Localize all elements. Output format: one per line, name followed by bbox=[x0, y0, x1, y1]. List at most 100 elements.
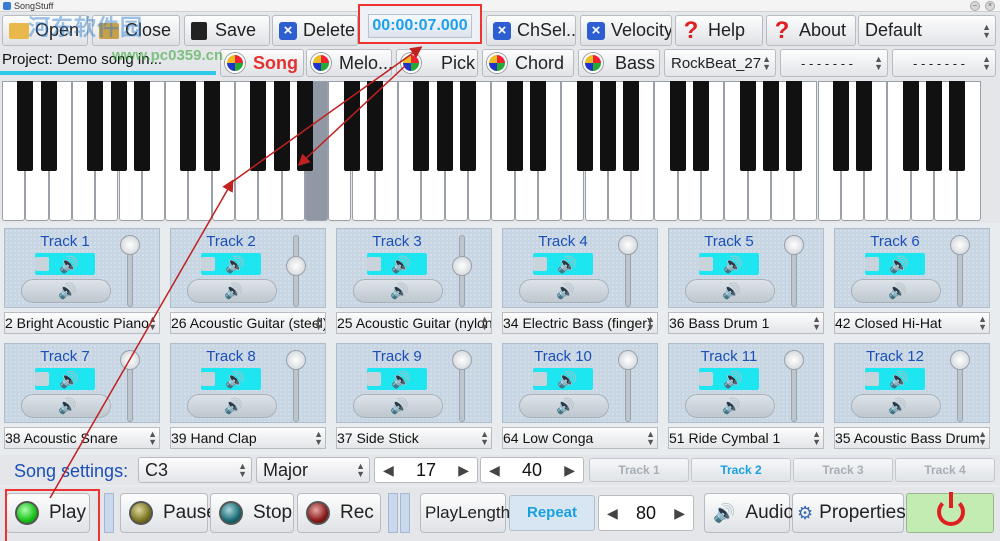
tempo-stepper[interactable]: ◀ 80 ▶ bbox=[598, 495, 694, 531]
piano-black-key[interactable] bbox=[133, 81, 150, 171]
volume-slider-handle[interactable] bbox=[618, 235, 638, 255]
instrument-select[interactable]: 37 Side Stick ▲ ▼ bbox=[336, 427, 492, 449]
instrument-select[interactable]: 25 Acoustic Guitar (nylon) ▲ ▼ bbox=[336, 312, 492, 334]
piano-black-key[interactable] bbox=[926, 81, 942, 171]
piano-black-key[interactable] bbox=[576, 81, 593, 171]
volume-slider-handle[interactable] bbox=[950, 350, 970, 370]
mute-button[interactable]: 🔊 bbox=[35, 253, 95, 275]
instrument-select[interactable]: 26 Acoustic Guitar (steel) ▲ ▼ bbox=[170, 312, 326, 334]
piano-black-key[interactable] bbox=[949, 81, 966, 171]
power-button[interactable] bbox=[906, 492, 994, 533]
piano-black-key[interactable] bbox=[599, 81, 616, 171]
solo-button[interactable]: 🔊 bbox=[519, 279, 609, 303]
increment-icon[interactable]: ▶ bbox=[564, 462, 575, 479]
piano-keyboard[interactable] bbox=[0, 79, 1000, 223]
volume-slider-handle[interactable] bbox=[452, 255, 472, 276]
solo-button[interactable]: 🔊 bbox=[187, 279, 277, 303]
piano-black-key[interactable] bbox=[343, 81, 360, 171]
repeat-button[interactable]: Repeat bbox=[509, 495, 595, 531]
volume-slider-handle[interactable] bbox=[950, 235, 970, 255]
help-button[interactable]: ? Help bbox=[675, 15, 763, 46]
piano-black-key[interactable] bbox=[786, 81, 803, 171]
mute-button[interactable]: 🔊 bbox=[533, 368, 593, 390]
piano-black-key[interactable] bbox=[529, 81, 546, 171]
mute-button[interactable]: 🔊 bbox=[35, 368, 95, 390]
solo-button[interactable]: 🔊 bbox=[21, 394, 111, 418]
instrument-select[interactable]: 34 Electric Bass (finger) ▲ ▼ bbox=[502, 312, 658, 334]
solo-button[interactable]: 🔊 bbox=[685, 394, 775, 418]
instrument-select[interactable]: 2 Bright Acoustic Piano ▲ ▼ bbox=[4, 312, 160, 334]
instrument-select[interactable]: 51 Ride Cymbal 1 ▲ ▼ bbox=[668, 427, 824, 449]
piano-black-key[interactable] bbox=[110, 81, 127, 171]
instrument-select[interactable]: 42 Closed Hi-Hat ▲ ▼ bbox=[834, 312, 990, 334]
piano-black-key[interactable] bbox=[87, 81, 104, 171]
piano-black-key[interactable] bbox=[693, 81, 709, 171]
solo-button[interactable]: 🔊 bbox=[353, 279, 443, 303]
instrument-select[interactable]: 38 Acoustic Snare ▲ ▼ bbox=[4, 427, 160, 449]
stop-button[interactable]: Stop bbox=[210, 493, 294, 533]
increment-icon[interactable]: ▶ bbox=[458, 462, 469, 479]
instrument-select[interactable]: 64 Low Conga ▲ ▼ bbox=[502, 427, 658, 449]
mute-button[interactable]: 🔊 bbox=[201, 253, 261, 275]
record-button[interactable]: Rec bbox=[297, 493, 381, 533]
mute-button[interactable]: 🔊 bbox=[533, 253, 593, 275]
beat-select[interactable]: RockBeat_27 ▲ ▼ bbox=[664, 49, 776, 77]
solo-button[interactable]: 🔊 bbox=[519, 394, 609, 418]
minimize-icon[interactable]: – bbox=[970, 1, 980, 11]
piano-black-key[interactable] bbox=[623, 81, 640, 171]
save-button[interactable]: Save bbox=[184, 15, 270, 46]
piano-black-key[interactable] bbox=[902, 81, 919, 171]
volume-slider-handle[interactable] bbox=[784, 350, 804, 370]
solo-button[interactable]: 🔊 bbox=[353, 394, 443, 418]
mute-button[interactable]: 🔊 bbox=[865, 253, 925, 275]
volume-slider-handle[interactable] bbox=[618, 350, 638, 370]
playlength-button[interactable]: PlayLength bbox=[420, 493, 510, 533]
mute-button[interactable]: 🔊 bbox=[699, 253, 759, 275]
tab-chord[interactable]: Chord bbox=[482, 49, 574, 77]
instrument-select[interactable]: 36 Bass Drum 1 ▲ ▼ bbox=[668, 312, 824, 334]
tab-bass[interactable]: Bass bbox=[578, 49, 660, 77]
piano-black-key[interactable] bbox=[273, 81, 290, 171]
delete-button[interactable]: × Delete bbox=[272, 15, 358, 46]
volume-slider-handle[interactable] bbox=[452, 350, 472, 370]
solo-button[interactable]: 🔊 bbox=[851, 394, 941, 418]
track-toggle-4[interactable]: Track 4 bbox=[895, 458, 995, 482]
mute-button[interactable]: 🔊 bbox=[699, 368, 759, 390]
tab-melody[interactable]: Melo... bbox=[306, 49, 393, 77]
tab-pick[interactable]: Pick bbox=[396, 49, 478, 77]
mute-button[interactable]: 🔊 bbox=[201, 368, 261, 390]
preset-select[interactable]: Default ▲ ▼ bbox=[858, 15, 996, 46]
scale-select[interactable]: Major ▲ ▼ bbox=[256, 457, 370, 483]
piano-black-key[interactable] bbox=[856, 81, 873, 171]
volume-slider-handle[interactable] bbox=[286, 255, 306, 276]
piano-black-key[interactable] bbox=[366, 81, 383, 171]
track-toggle-3[interactable]: Track 3 bbox=[793, 458, 893, 482]
piano-black-key[interactable] bbox=[40, 81, 57, 171]
piano-black-key[interactable] bbox=[296, 81, 313, 171]
piano-black-key[interactable] bbox=[506, 81, 523, 171]
increment-icon[interactable]: ▶ bbox=[674, 505, 685, 522]
instrument-select[interactable]: 35 Acoustic Bass Drum ▲ ▼ bbox=[834, 427, 990, 449]
piano-black-key[interactable] bbox=[762, 81, 779, 171]
mute-button[interactable]: 🔊 bbox=[865, 368, 925, 390]
piano-black-key[interactable] bbox=[669, 81, 686, 171]
key-select[interactable]: C3 ▲ ▼ bbox=[138, 457, 252, 483]
track-toggle-2[interactable]: Track 2 bbox=[691, 458, 791, 482]
piano-black-key[interactable] bbox=[739, 81, 756, 171]
mute-button[interactable]: 🔊 bbox=[367, 253, 427, 275]
value-b-stepper[interactable]: ◀ 40 ▶ bbox=[480, 457, 584, 483]
piano-black-key[interactable] bbox=[832, 81, 849, 171]
solo-button[interactable]: 🔊 bbox=[21, 279, 111, 303]
properties-button[interactable]: ⚙ Properties bbox=[792, 493, 906, 533]
audio-button[interactable]: 🔊 Audio bbox=[704, 493, 794, 533]
chsel-button[interactable]: × ChSel... bbox=[486, 15, 576, 46]
solo-button[interactable]: 🔊 bbox=[851, 279, 941, 303]
piano-black-key[interactable] bbox=[250, 81, 267, 171]
piano-black-key[interactable] bbox=[460, 81, 476, 171]
volume-slider-handle[interactable] bbox=[286, 350, 306, 370]
piano-black-key[interactable] bbox=[413, 81, 430, 171]
volume-slider-handle[interactable] bbox=[784, 235, 804, 255]
mute-button[interactable]: 🔊 bbox=[367, 368, 427, 390]
tab-song[interactable]: Song bbox=[220, 49, 304, 77]
solo-button[interactable]: 🔊 bbox=[685, 279, 775, 303]
